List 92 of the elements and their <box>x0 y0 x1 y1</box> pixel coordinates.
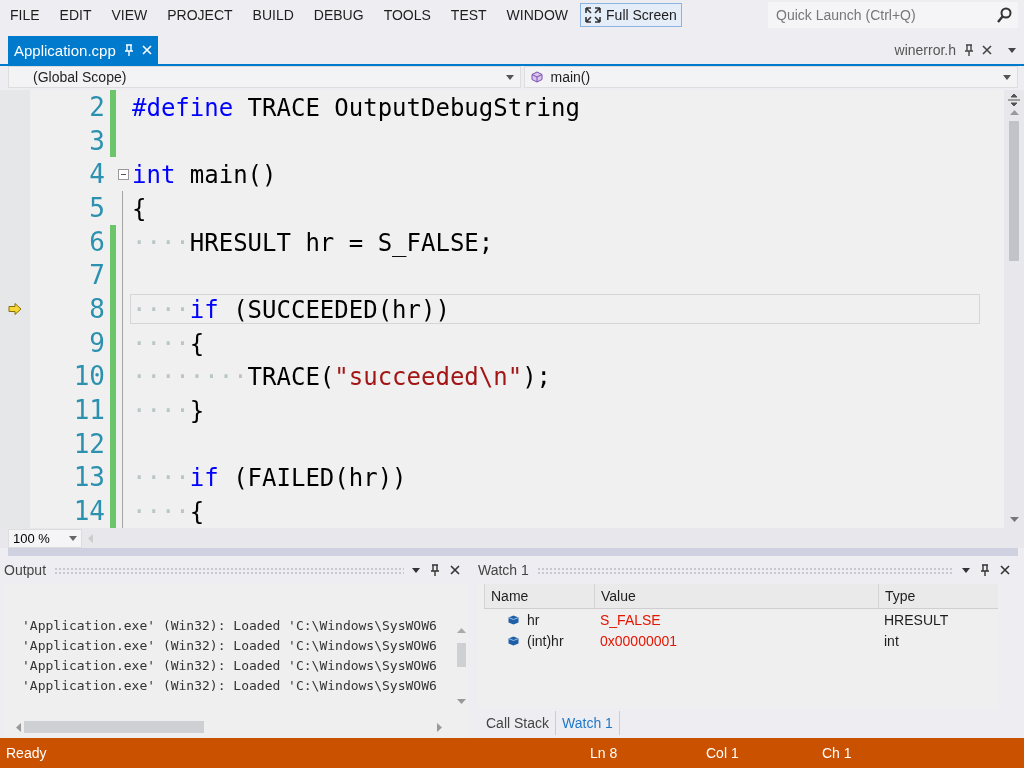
caret-icon <box>1003 74 1011 80</box>
close-icon <box>982 45 992 55</box>
cube-icon <box>508 614 519 625</box>
code-line: #define TRACE OutputDebugString <box>131 92 581 122</box>
cube-icon <box>530 71 543 83</box>
code-line: ········TRACE("succeeded\n"); <box>131 362 553 392</box>
watch-name: (int)hr <box>527 632 564 649</box>
down-arrow-icon <box>456 699 466 704</box>
document-tab[interactable]: Application.cpp <box>8 36 158 64</box>
code-line: ····if (FAILED(hr)) <box>131 463 408 493</box>
cube-icon <box>508 635 519 646</box>
line-number: 12 <box>72 428 106 459</box>
splitter-icon <box>1008 94 1020 106</box>
watch-value: S_FALSE <box>599 611 662 628</box>
line-number: 14 <box>72 496 106 527</box>
line-number: 7 <box>88 260 106 291</box>
scrollbar-thumb[interactable] <box>456 643 466 667</box>
watch-type: HRESULT <box>883 611 950 628</box>
close-icon <box>1000 565 1010 575</box>
document-tab[interactable]: winerror.h <box>888 36 998 64</box>
full-screen-button[interactable]: Full Screen <box>580 3 682 27</box>
search-icon <box>996 7 1012 23</box>
line-number: 11 <box>72 395 106 426</box>
pin-icon <box>123 44 134 56</box>
left-arrow-icon <box>88 533 93 543</box>
watch-type: int <box>883 632 900 649</box>
column-header[interactable]: Name <box>484 584 594 608</box>
column-header[interactable]: Type <box>878 584 998 608</box>
panel-splitter[interactable] <box>8 548 1018 556</box>
close-icon <box>450 565 460 575</box>
status-field: Col 1 <box>706 745 822 761</box>
close-icon <box>141 45 152 55</box>
menu-item[interactable]: TOOLS <box>373 0 441 30</box>
menu-item[interactable]: PROJECT <box>157 0 243 30</box>
up-arrow-icon <box>456 628 466 633</box>
scrollbar-thumb[interactable] <box>1009 121 1019 261</box>
caret-icon <box>1008 47 1016 53</box>
code-line: ····{ <box>131 497 206 527</box>
line-number: 13 <box>72 462 106 493</box>
line-number: 8 <box>88 293 106 324</box>
menu-item[interactable]: DEBUG <box>303 0 374 30</box>
collapse-icon[interactable] <box>117 168 129 180</box>
up-arrow-icon <box>1009 110 1019 115</box>
line-number: 9 <box>88 327 106 358</box>
panel-title: Output <box>4 562 47 578</box>
menu-item[interactable]: WINDOW <box>496 0 579 30</box>
menu-item[interactable]: FILE <box>0 0 50 30</box>
code-line: ····{ <box>131 328 206 358</box>
caret-icon <box>505 74 514 80</box>
code-line: ····HRESULT hr = S_FALSE; <box>131 227 495 257</box>
line-number: 3 <box>88 125 106 156</box>
caret-icon <box>412 567 420 573</box>
menu-item[interactable]: VIEW <box>101 0 158 30</box>
pin-icon <box>430 564 440 576</box>
status-field: Ch 1 <box>822 745 938 761</box>
line-number: 5 <box>88 192 106 223</box>
scrollbar-thumb[interactable] <box>24 721 204 733</box>
watch-name: hr <box>527 611 540 628</box>
output-line: 'Application.exe' (Win32): Loaded 'C:\Windows\SysWOW6 <box>22 637 438 655</box>
watch-value: 0x00000001 <box>599 632 679 649</box>
output-line: 'Application.exe' (Win32): Loaded 'C:\Windows\SysWOW6 <box>22 617 438 635</box>
output-line: 'Application.exe' (Win32): Loaded 'C:\Windows\SysWOW6 <box>22 657 438 675</box>
output-line: 'Application.exe' (Win32): Loaded 'C:\Windows\SysWOW6 <box>22 677 438 695</box>
expand-icon <box>585 7 602 23</box>
scope-dropdown[interactable]: (Global Scope) <box>8 66 521 88</box>
line-number: 6 <box>88 226 106 257</box>
menu-item[interactable]: EDIT <box>49 0 102 30</box>
vertical-scrollbar[interactable] <box>1004 90 1024 528</box>
panel-tab[interactable]: Watch 1 <box>556 711 620 735</box>
caret-icon <box>69 535 77 541</box>
zoom-dropdown[interactable]: 100 % <box>8 528 82 548</box>
status-text: Ready <box>6 745 48 761</box>
left-arrow-icon <box>16 722 21 732</box>
code-line: int main() <box>131 160 278 190</box>
quick-launch-box[interactable]: Quick Launch (Ctrl+Q) <box>768 2 1018 28</box>
column-header[interactable]: Value <box>594 584 878 608</box>
status-field: Ln 8 <box>590 745 706 761</box>
function-dropdown[interactable]: main() <box>523 66 1018 88</box>
right-arrow-icon <box>437 722 442 732</box>
line-number: 2 <box>88 91 106 122</box>
panel-tab[interactable]: Call Stack <box>480 711 557 735</box>
pin-icon <box>980 564 990 576</box>
line-number: 4 <box>88 159 106 190</box>
line-number: 10 <box>72 361 106 392</box>
panel-title: Watch 1 <box>478 562 529 578</box>
menu-item[interactable]: TEST <box>440 0 497 30</box>
code-line: { <box>131 193 148 223</box>
down-arrow-icon <box>1009 517 1019 522</box>
code-line: ····} <box>131 396 206 426</box>
pin-icon <box>964 44 974 56</box>
menu-item[interactable]: BUILD <box>242 0 304 30</box>
caret-icon <box>962 567 970 573</box>
